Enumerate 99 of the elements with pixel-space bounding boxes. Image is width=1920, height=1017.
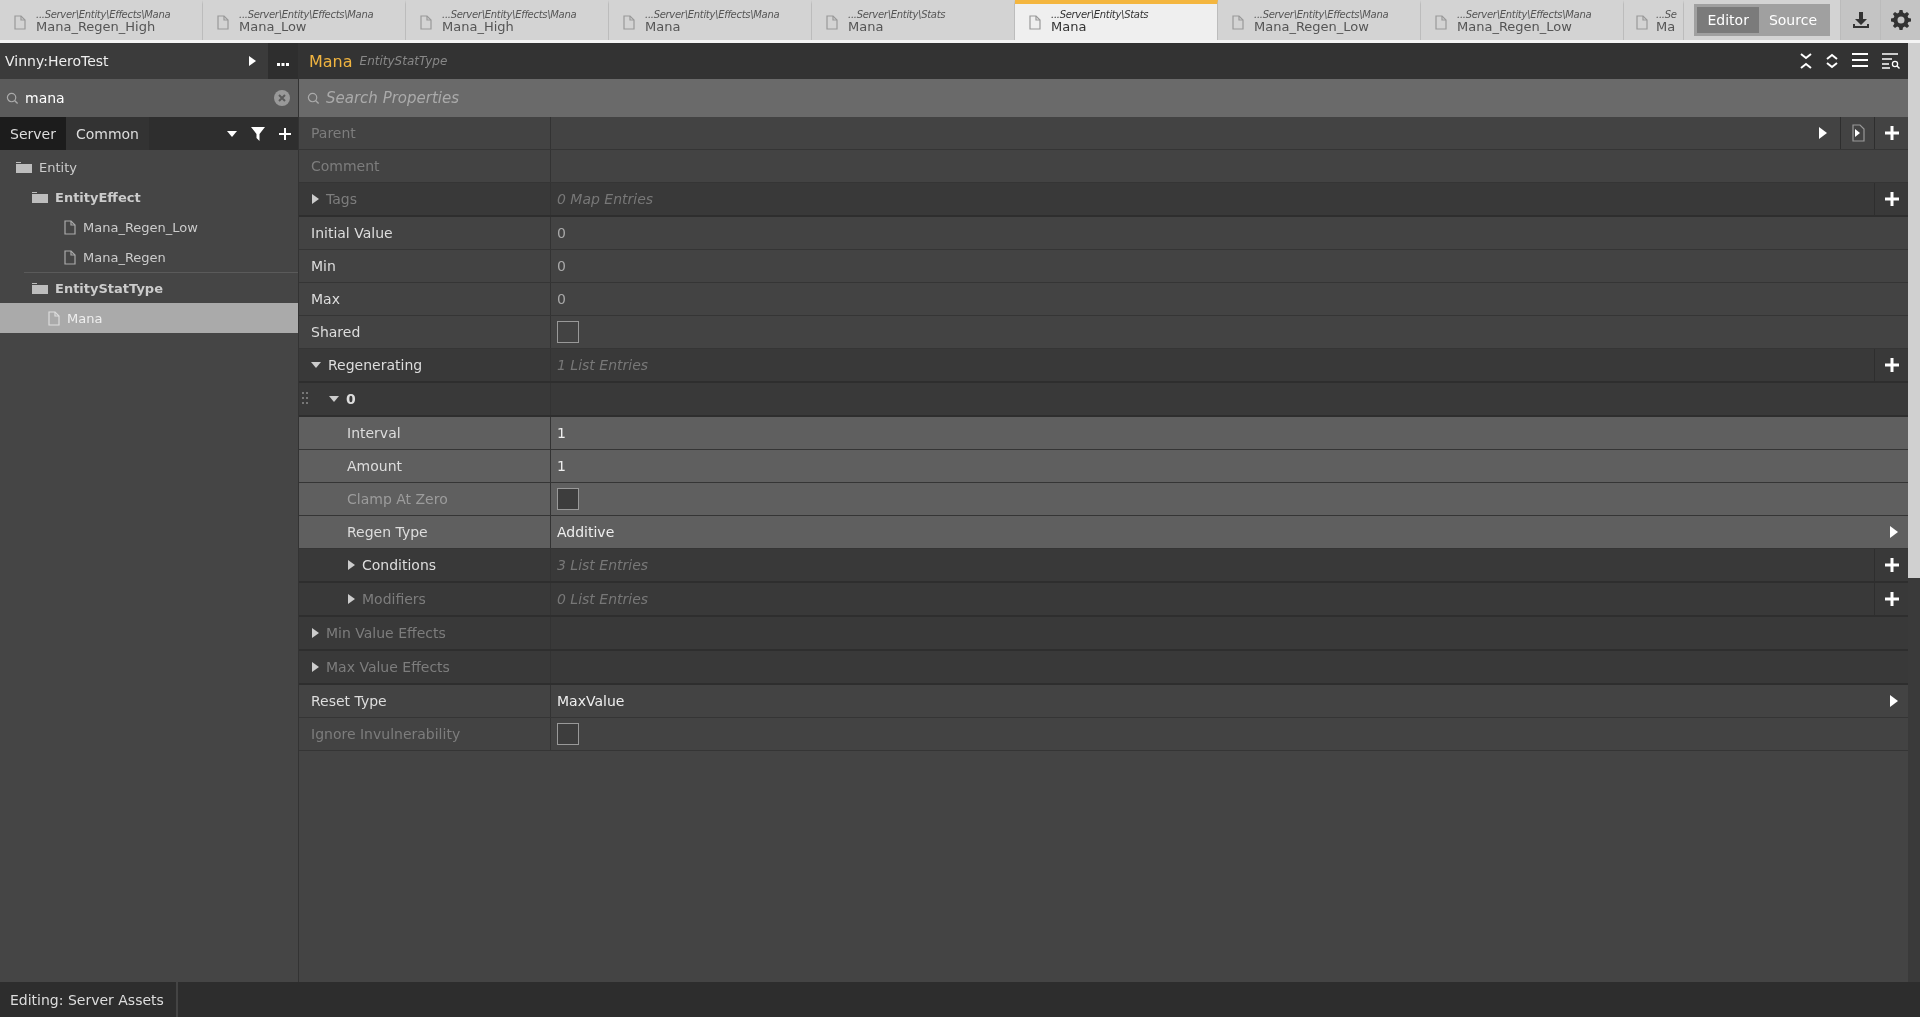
property-label: Initial Value bbox=[311, 225, 393, 241]
search-field[interactable]: mana bbox=[0, 79, 298, 117]
toggle-option[interactable]: Editor bbox=[1697, 7, 1759, 33]
property-row[interactable]: Interval 1 bbox=[299, 417, 1908, 450]
value-field[interactable]: 1 bbox=[557, 458, 566, 474]
property-label: Parent bbox=[311, 125, 356, 141]
tree-item[interactable]: EntityEffect bbox=[0, 182, 298, 212]
file-icon bbox=[1232, 14, 1244, 30]
entries-summary: 0 Map Entries bbox=[557, 191, 654, 207]
entries-summary: 1 List Entries bbox=[557, 357, 649, 373]
play-icon[interactable] bbox=[248, 56, 256, 66]
property-label: Regen Type bbox=[347, 524, 428, 540]
more-button[interactable] bbox=[268, 43, 298, 79]
more-icon bbox=[277, 63, 289, 66]
expand-arrow-icon[interactable] bbox=[347, 560, 355, 570]
property-label: Tags bbox=[326, 191, 357, 207]
plus-icon bbox=[1884, 592, 1899, 606]
property-row[interactable]: Regenerating 1 List Entries bbox=[299, 349, 1908, 383]
property-row[interactable]: Conditions 3 List Entries bbox=[299, 549, 1908, 583]
folder-icon bbox=[32, 191, 48, 203]
tree-item[interactable]: Entity bbox=[0, 152, 298, 182]
expand-all-icon[interactable] bbox=[1826, 53, 1838, 69]
property-row[interactable]: Max 0 bbox=[299, 283, 1908, 316]
triangle-icon bbox=[1890, 695, 1898, 707]
property-row[interactable]: Initial Value 0 bbox=[299, 217, 1908, 250]
status-text: Editing: Server Assets bbox=[0, 982, 178, 1017]
property-label: Max Value Effects bbox=[326, 659, 450, 675]
property-label: Reset Type bbox=[311, 693, 387, 709]
source-tab[interactable]: Server bbox=[0, 117, 66, 150]
asset-type: EntityStatType bbox=[359, 54, 448, 68]
search-input[interactable]: Search Properties bbox=[326, 89, 1908, 107]
file-icon bbox=[14, 14, 26, 30]
property-label: Ignore Invulnerability bbox=[311, 726, 461, 742]
value-field[interactable]: 1 bbox=[557, 425, 566, 441]
property-label: Modifiers bbox=[362, 591, 426, 607]
property-label: Comment bbox=[311, 158, 380, 174]
file-icon bbox=[217, 14, 229, 30]
entries-summary: 3 List Entries bbox=[557, 557, 649, 573]
project-title: Vinny:HeroTest bbox=[4, 53, 110, 69]
file-icon bbox=[1636, 14, 1648, 30]
file-icon bbox=[1435, 14, 1447, 30]
entries-summary: 0 List Entries bbox=[557, 591, 649, 607]
property-label: Regenerating bbox=[328, 357, 423, 373]
search-icon bbox=[6, 91, 19, 105]
expand-arrow-icon[interactable] bbox=[311, 361, 321, 369]
value-field[interactable]: 0 bbox=[557, 225, 566, 241]
tree-item[interactable]: Mana_Regen bbox=[0, 242, 298, 272]
file-icon bbox=[64, 219, 76, 235]
plus-icon bbox=[1884, 126, 1899, 140]
filter-list-icon[interactable] bbox=[1882, 53, 1900, 69]
expand-arrow-icon[interactable] bbox=[329, 395, 339, 403]
asset-title: Mana bbox=[309, 51, 353, 71]
value-field[interactable]: 0 bbox=[557, 258, 566, 274]
scrollbar[interactable] bbox=[1908, 43, 1920, 982]
property-label: Min Value Effects bbox=[326, 625, 446, 641]
property-label: Max bbox=[311, 291, 340, 307]
list-item-label: 0 bbox=[346, 391, 356, 407]
download-icon[interactable] bbox=[1840, 0, 1880, 40]
property-row[interactable]: Min 0 bbox=[299, 250, 1908, 283]
property-label: Shared bbox=[311, 324, 361, 340]
property-row[interactable]: Amount 1 bbox=[299, 450, 1908, 483]
plus-icon bbox=[1884, 558, 1899, 572]
plus-icon bbox=[1884, 358, 1899, 372]
file-icon bbox=[64, 249, 76, 265]
property-label: Min bbox=[311, 258, 336, 274]
tab[interactable]: ...Server\Entity\Stats Mana bbox=[1015, 0, 1218, 40]
file-icon bbox=[826, 14, 838, 30]
value-field[interactable]: MaxValue bbox=[557, 693, 625, 709]
property-label: Conditions bbox=[362, 557, 437, 573]
property-label: Interval bbox=[347, 425, 401, 441]
property-row[interactable]: Regen Type Additive bbox=[299, 516, 1908, 549]
search-field[interactable]: Search Properties bbox=[299, 79, 1908, 117]
plus-icon bbox=[1884, 192, 1899, 206]
tree-item[interactable]: EntityStatType bbox=[0, 273, 298, 303]
collapse-all-icon[interactable] bbox=[1800, 53, 1812, 69]
property-row[interactable]: 0 bbox=[299, 383, 1908, 417]
search-input[interactable]: mana bbox=[25, 90, 268, 106]
tree-item[interactable]: Mana_Regen_Low bbox=[0, 212, 298, 242]
search-icon bbox=[307, 91, 320, 105]
file-arrow-icon bbox=[1850, 124, 1865, 142]
source-tab[interactable]: Common bbox=[65, 117, 149, 150]
file-icon bbox=[48, 310, 60, 326]
settings-icon[interactable] bbox=[1880, 0, 1920, 40]
property-label: Clamp At Zero bbox=[347, 491, 448, 507]
folder-icon bbox=[32, 282, 48, 294]
checkbox[interactable] bbox=[557, 321, 579, 343]
property-label: Amount bbox=[347, 458, 402, 474]
triangle-icon bbox=[1819, 127, 1827, 139]
file-icon bbox=[1029, 14, 1041, 30]
property-row[interactable]: Shared bbox=[299, 316, 1908, 349]
folder-icon bbox=[16, 161, 32, 173]
drag-handle-icon[interactable] bbox=[302, 391, 308, 407]
property-row[interactable]: Reset Type MaxValue bbox=[299, 685, 1908, 718]
menu-icon[interactable] bbox=[1852, 53, 1868, 67]
value-field[interactable]: Additive bbox=[557, 524, 615, 540]
value-field[interactable]: 0 bbox=[557, 291, 566, 307]
file-icon bbox=[623, 14, 635, 30]
file-icon bbox=[420, 14, 432, 30]
triangle-icon bbox=[1890, 526, 1898, 538]
